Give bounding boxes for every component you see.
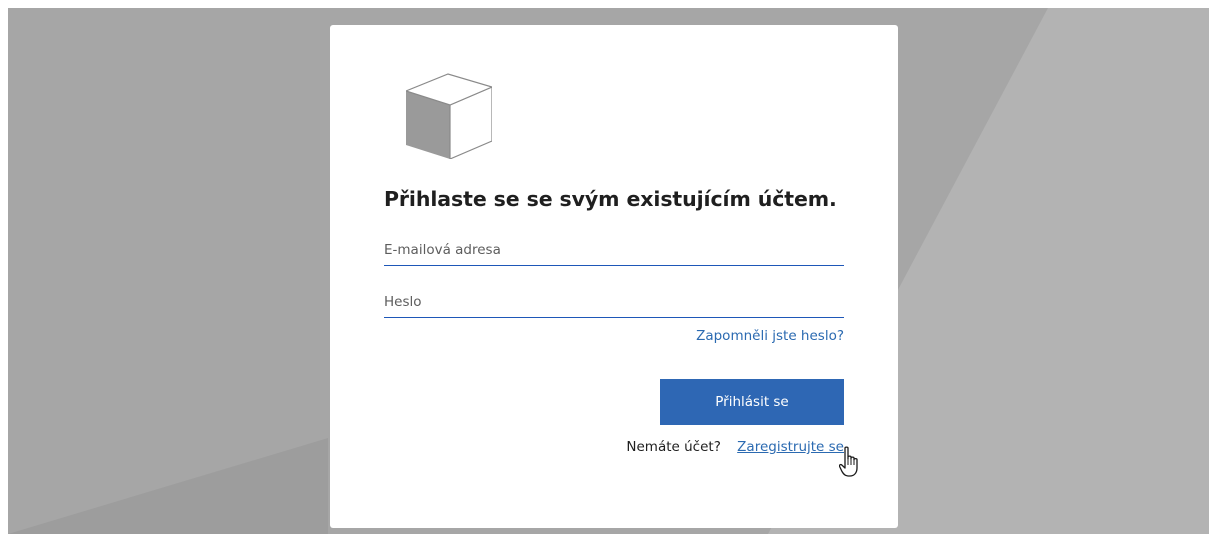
register-row: Nemáte účet? Zaregistrujte se [626, 439, 844, 455]
no-account-text: Nemáte účet? [626, 439, 721, 455]
login-card: Přihlaste se se svým existujícím účtem. … [330, 25, 898, 528]
page-title: Přihlaste se se svým existujícím účtem. [384, 187, 837, 211]
email-input[interactable] [384, 236, 844, 264]
sign-in-button[interactable]: Přihlásit se [660, 379, 844, 425]
email-field-container [384, 236, 844, 266]
cube-logo-icon [406, 73, 492, 159]
hand-pointer-icon [839, 446, 858, 477]
register-link[interactable]: Zaregistrujte se [737, 439, 844, 455]
page-background: Přihlaste se se svým existujícím účtem. … [8, 8, 1209, 534]
password-input[interactable] [384, 288, 844, 316]
forgot-password-link[interactable]: Zapomněli jste heslo? [696, 328, 844, 344]
password-field-container [384, 288, 844, 318]
